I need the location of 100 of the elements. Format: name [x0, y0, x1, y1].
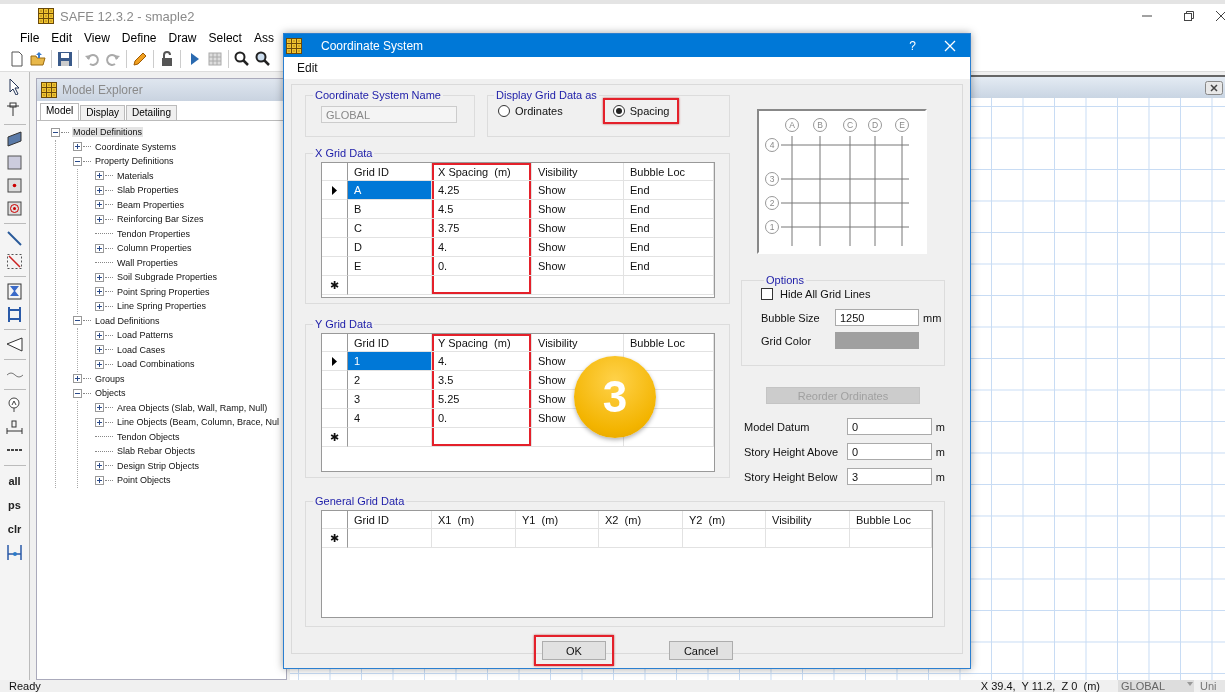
menu-item[interactable]: Draw	[162, 30, 203, 45]
dialog-button[interactable]: Cancel	[669, 641, 733, 660]
table-cell[interactable]: 4	[354, 412, 361, 424]
table-cell[interactable]: End	[630, 241, 650, 253]
unit-label: m	[935, 420, 945, 433]
table-cell[interactable]: 2	[354, 374, 361, 386]
table-cell[interactable]: 0.	[438, 260, 448, 272]
tree-item[interactable]: Reinforcing Bar Sizes	[116, 214, 205, 225]
unit-label: m	[935, 470, 945, 483]
table-cell[interactable]: 3.5	[438, 374, 454, 386]
menu-item[interactable]: File	[14, 30, 46, 45]
menu-item[interactable]: Edit	[297, 61, 318, 75]
radio-label[interactable]: Ordinates	[515, 105, 563, 117]
tree-item[interactable]: Wall Properties	[116, 257, 179, 268]
toolbar-button[interactable]: ps	[8, 496, 21, 514]
table-cell[interactable]: Show	[538, 222, 566, 234]
table-cell[interactable]: 3.75	[438, 222, 460, 234]
toolbar-button[interactable]: clr	[7, 520, 22, 538]
tree-item[interactable]: Design Strip Objects	[116, 460, 201, 471]
tree-item[interactable]: Model Definitions	[72, 127, 144, 138]
table-cell[interactable]: Show	[538, 355, 566, 367]
table-cell[interactable]: D	[354, 241, 362, 253]
grid-bubble: 4	[765, 138, 779, 152]
table-cell[interactable]: C	[354, 222, 362, 234]
table-cell[interactable]: 4.	[438, 355, 448, 367]
table-cell[interactable]: E	[354, 260, 362, 272]
table-cell[interactable]: 3	[354, 393, 361, 405]
table-cell[interactable]: Show	[538, 241, 566, 253]
table-cell[interactable]: End	[630, 184, 650, 196]
group-label: X Grid Data	[314, 147, 374, 159]
field-label: Grid Color	[761, 334, 813, 347]
tree-item[interactable]: Load Cases	[116, 344, 167, 355]
tree-item[interactable]: Materials	[116, 170, 155, 181]
tree-item[interactable]: Line Objects (Beam, Column, Brace, Nul	[116, 417, 281, 428]
help-button[interactable]: ?	[909, 38, 916, 53]
status-text: Ready	[9, 680, 41, 692]
column-header: Bubble Loc	[624, 163, 714, 181]
input-field[interactable]: 3	[846, 468, 932, 485]
menu-item[interactable]: Select	[202, 30, 248, 45]
table-cell[interactable]: 4.5	[438, 203, 454, 215]
tab[interactable]: Display	[80, 105, 126, 120]
tree-item[interactable]: Column Properties	[116, 243, 193, 254]
tree-item[interactable]: Coordinate Systems	[94, 141, 178, 152]
tree-item[interactable]: Area Objects (Slab, Wall, Ramp, Null)	[116, 402, 269, 413]
checkbox-label[interactable]: Hide All Grid Lines	[780, 288, 871, 300]
table-cell[interactable]: B	[354, 203, 362, 215]
column-header: Visibility	[532, 163, 624, 181]
input-field[interactable]: 0	[846, 443, 932, 460]
table-cell[interactable]: 1	[348, 352, 432, 371]
tree-item[interactable]: Load Combinations	[116, 359, 196, 370]
column-header: Visibility	[766, 511, 850, 529]
grid-bubble: 3	[765, 172, 779, 186]
table-cell[interactable]: End	[630, 203, 650, 215]
table-cell[interactable]: Show	[538, 412, 566, 424]
dialog-title: Coordinate System	[321, 38, 425, 53]
tree-item[interactable]: Slab Properties	[116, 185, 180, 196]
field-label: Bubble Size	[761, 311, 821, 324]
table-cell[interactable]: Show	[538, 393, 566, 405]
column-header: Visibility	[532, 334, 624, 352]
table-cell[interactable]: End	[630, 222, 650, 234]
tree-item[interactable]: Line Spring Properties	[116, 301, 208, 312]
tree-item[interactable]: Soil Subgrade Properties	[116, 272, 219, 283]
toolbar-button[interactable]: all	[8, 472, 21, 490]
tree-item[interactable]: Point Spring Properties	[116, 286, 211, 297]
group-label: Coordinate System Name	[314, 89, 442, 101]
tree-item[interactable]: Load Definitions	[94, 315, 161, 326]
table-cell[interactable]: Show	[538, 203, 566, 215]
tree-item[interactable]: Tendon Objects	[116, 431, 181, 442]
menu-item[interactable]: Edit	[45, 30, 79, 45]
table-cell[interactable]: End	[630, 260, 650, 272]
tree-item[interactable]: Load Patterns	[116, 330, 175, 341]
radio-label[interactable]: Spacing	[629, 105, 670, 117]
table-cell[interactable]: 0.	[438, 412, 448, 424]
tab[interactable]: Model	[40, 103, 80, 120]
table-cell[interactable]: Show	[538, 374, 566, 386]
tree-item[interactable]: Beam Properties	[116, 199, 186, 210]
table-cell[interactable]: 5.25	[438, 393, 460, 405]
tab[interactable]: Detailing	[126, 105, 177, 120]
bubble-size-field[interactable]: 1250	[835, 309, 919, 326]
tree-item[interactable]: Point Objects	[116, 475, 172, 486]
input-field[interactable]: 0	[846, 418, 932, 435]
dialog-button[interactable]: OK	[542, 641, 606, 660]
menu-item[interactable]: Ass	[247, 30, 280, 45]
column-header: Y2 (m)	[683, 511, 766, 529]
units-dropdown[interactable]: Uni	[1200, 680, 1225, 692]
table-cell[interactable]: Show	[538, 260, 566, 272]
tree-item[interactable]: Groups	[94, 373, 126, 384]
table-cell[interactable]: A	[348, 181, 432, 200]
grid-bubble: D	[868, 118, 882, 132]
table-cell[interactable]: 4.25	[438, 184, 460, 196]
menu-item[interactable]: Define	[115, 30, 163, 45]
coordinate-system-dropdown[interactable]: GLOBAL	[1118, 680, 1194, 692]
menu-item[interactable]: View	[78, 30, 116, 45]
table-cell[interactable]: 4.	[438, 241, 448, 253]
column-header: Y1 (m)	[516, 511, 599, 529]
table-cell[interactable]: Show	[538, 184, 566, 196]
tree-item[interactable]: Property Definitions	[94, 156, 175, 167]
tree-item[interactable]: Tendon Properties	[116, 228, 192, 239]
tree-item[interactable]: Objects	[94, 388, 127, 399]
tree-item[interactable]: Slab Rebar Objects	[116, 446, 197, 457]
